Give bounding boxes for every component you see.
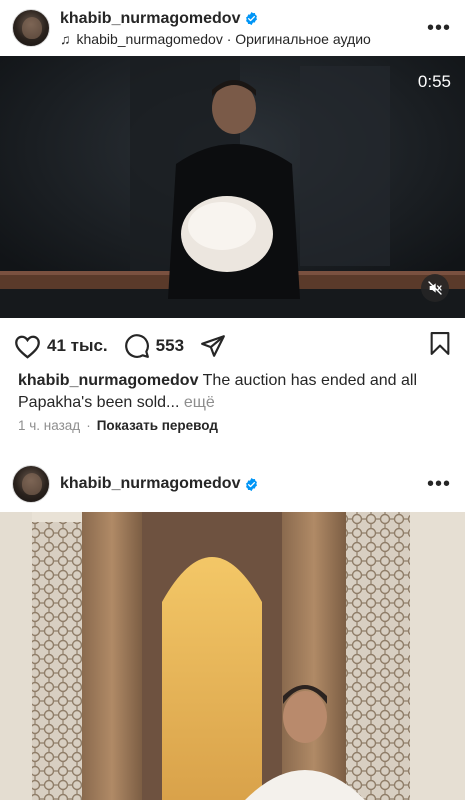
muted-speaker-glyph [428,281,442,295]
meta-separator: · [86,418,91,433]
paper-plane-icon [201,335,225,357]
verified-badge-icon [246,11,258,26]
post-time: 1 ч. назад [18,418,81,433]
audio-label: khabib_nurmagomedov · Оригинальное аудио [76,30,371,47]
avatar[interactable] [12,9,50,47]
post-header-text: khabib_nurmagomedov [60,475,425,493]
music-note-icon: ♫ [60,30,71,47]
share-button[interactable] [200,334,226,358]
more-options-icon[interactable]: ••• [425,18,453,38]
comment-bubble-icon [124,334,149,358]
heart-icon [15,335,40,359]
post-image[interactable] [0,512,465,800]
caption-more-link[interactable]: ещё [179,394,215,411]
avatar[interactable] [12,465,50,503]
like-button[interactable]: 41 тыс. [14,334,108,359]
username-row: khabib_nurmagomedov [60,475,425,493]
show-translation-link[interactable]: Показать перевод [97,418,218,433]
muted-speaker-icon[interactable] [421,274,449,302]
comments-count[interactable]: 553 [156,336,184,356]
more-options-icon[interactable]: ••• [425,474,453,494]
username[interactable]: khabib_nurmagomedov [60,475,240,493]
likes-count[interactable]: 41 тыс. [47,336,108,356]
video-frame [0,56,465,318]
post-caption: khabib_nurmagomedov The auction has ende… [18,370,448,414]
post-video[interactable]: 0:55 [0,56,465,318]
username-row: khabib_nurmagomedov [60,10,425,28]
post-actions: 41 тыс. 553 [0,326,465,366]
audio-row[interactable]: ♫ khabib_nurmagomedov · Оригинальное ауд… [60,31,425,47]
post-header-text: khabib_nurmagomedov ♫ khabib_nurmagomedo… [60,10,425,47]
post-header: khabib_nurmagomedov ••• [0,456,465,512]
username[interactable]: khabib_nurmagomedov [60,10,240,28]
bookmark-glyph [430,332,450,355]
bookmark-icon[interactable] [429,331,451,361]
comment-button[interactable]: 553 [124,333,184,359]
verified-badge-icon [246,477,258,491]
post-meta: 1 ч. назад · Показать перевод [18,418,218,433]
post-header: khabib_nurmagomedov ♫ khabib_nurmagomedo… [0,0,465,56]
video-timer: 0:55 [417,72,451,91]
caption-username[interactable]: khabib_nurmagomedov [18,372,198,389]
image-frame [0,512,465,800]
